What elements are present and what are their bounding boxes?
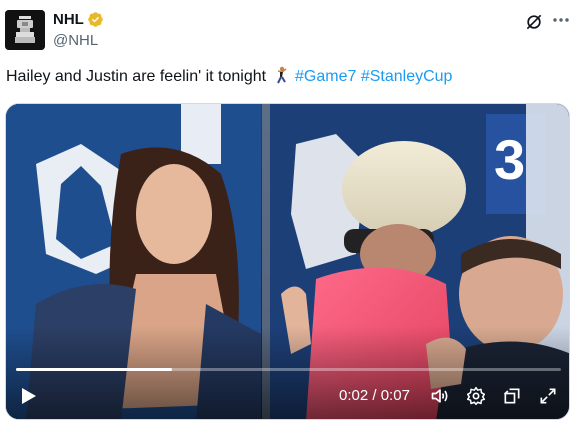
tweet-card: NHL @NHL Hailey and Justin are feelin' i… — [0, 0, 578, 423]
verified-badge-icon — [88, 12, 103, 27]
more-options-icon[interactable] — [551, 10, 571, 30]
stanley-cup-logo-icon — [5, 10, 45, 50]
video-player[interactable]: 3 0:02 / — [5, 103, 570, 420]
video-duration: 0:07 — [380, 387, 410, 404]
account-name-row[interactable]: NHL — [53, 11, 104, 28]
volume-icon[interactable] — [430, 386, 450, 406]
video-current-time: 0:02 — [339, 387, 369, 404]
video-controls: 0:02 / 0:07 — [6, 376, 569, 416]
video-time-display: 0:02 / 0:07 — [339, 387, 410, 404]
picture-in-picture-icon[interactable] — [502, 386, 522, 406]
account-handle[interactable]: @NHL — [53, 32, 98, 49]
man-dancing-icon — [276, 66, 287, 84]
account-avatar[interactable] — [5, 10, 45, 50]
hashtag-stanleycup[interactable]: #StanleyCup — [361, 68, 453, 85]
video-progress-fill — [16, 368, 172, 371]
play-icon[interactable] — [18, 386, 38, 406]
video-progress-bar[interactable] — [16, 368, 561, 371]
tweet-body: Hailey and Justin are feelin' it tonight — [6, 68, 267, 85]
account-name[interactable]: NHL — [53, 11, 84, 28]
hashtag-game7[interactable]: #Game7 — [295, 68, 356, 85]
settings-icon[interactable] — [466, 386, 486, 406]
video-frame: 3 — [6, 104, 569, 419]
fullscreen-icon[interactable] — [538, 386, 558, 406]
tweet-text: Hailey and Justin are feelin' it tonight… — [6, 66, 452, 86]
grok-icon[interactable] — [524, 12, 544, 32]
